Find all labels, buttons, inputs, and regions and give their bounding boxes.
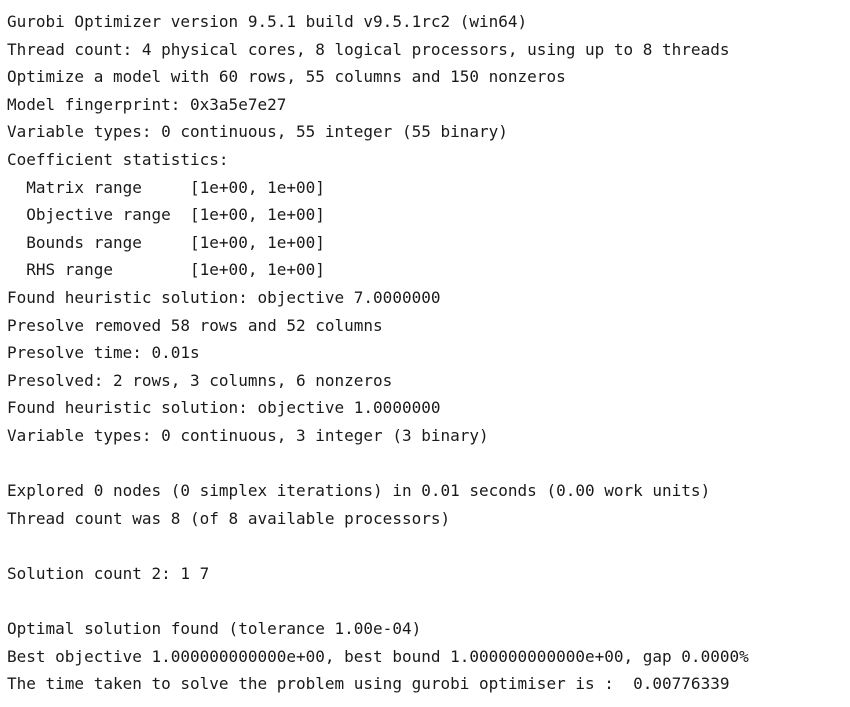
console-line: Optimal solution found (tolerance 1.00e-… (7, 619, 422, 639)
console-line: Objective range [1e+00, 1e+00] (7, 205, 325, 225)
console-line: Coefficient statistics: (7, 149, 229, 169)
console-line: Gurobi Optimizer version 9.5.1 build v9.… (7, 12, 528, 31)
console-line: Model fingerprint: 0x3a5e7e27 (7, 94, 287, 114)
console-line: Variable types: 0 continuous, 55 integer… (7, 122, 508, 142)
console-line: Presolved: 2 rows, 3 columns, 6 nonzeros (7, 370, 393, 390)
console-line: Thread count: 4 physical cores, 8 logica… (7, 39, 730, 59)
console-line: Found heuristic solution: objective 7.00… (7, 287, 441, 307)
console-line: Optimize a model with 60 rows, 55 column… (7, 67, 566, 87)
console-line: Solution count 2: 1 7 (7, 563, 219, 583)
console-line: The time taken to solve the problem usin… (7, 674, 730, 694)
console-line: Thread count was 8 (of 8 available proce… (7, 508, 451, 528)
console-line: Found heuristic solution: objective 1.00… (7, 398, 441, 418)
console-output: Gurobi Optimizer version 9.5.1 build v9.… (7, 8, 850, 698)
console-line: Best objective 1.000000000000e+00, best … (7, 646, 749, 666)
console-line: RHS range [1e+00, 1e+00] (7, 260, 325, 280)
console-line: Bounds range [1e+00, 1e+00] (7, 232, 325, 252)
console-line: Presolve time: 0.01s (7, 343, 200, 363)
console-line: Matrix range [1e+00, 1e+00] (7, 177, 325, 197)
console-line: Explored 0 nodes (0 simplex iterations) … (7, 481, 711, 501)
console-line: Presolve removed 58 rows and 52 columns (7, 315, 383, 335)
console-line: Variable types: 0 continuous, 3 integer … (7, 425, 489, 445)
